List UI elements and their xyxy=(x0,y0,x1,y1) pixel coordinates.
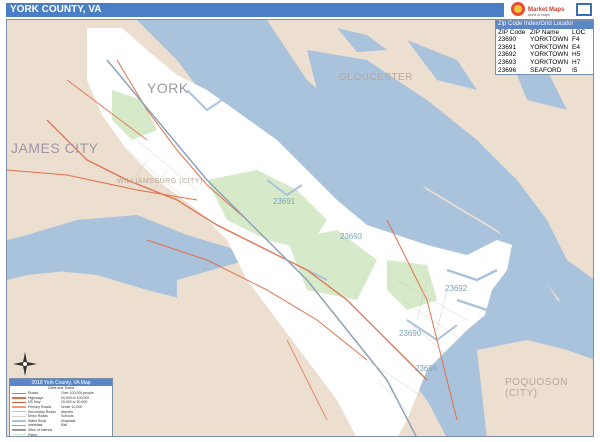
table-row: 23692 YORKTOWN H5 xyxy=(496,51,593,59)
legend-swatch xyxy=(12,406,26,408)
legend-item: Rail xyxy=(61,423,110,428)
legend-item-label: 25,000 to 50,000 xyxy=(61,400,88,405)
map-legend: 2018 York County, VA Map Cities and Town… xyxy=(9,378,113,437)
zip-table-header: ZIP Code ZIP Name LOC xyxy=(496,28,593,37)
zip-cell: YORKTOWN xyxy=(530,36,569,44)
zip-label: 23696 xyxy=(415,364,438,373)
place-label-york: YORK xyxy=(147,80,189,96)
legend-item-label: Airports xyxy=(61,409,74,414)
zip-header-code: ZIP Code xyxy=(498,28,526,36)
legend-item-label: Primary Roads xyxy=(28,405,52,410)
legend-item: Parks xyxy=(12,432,61,437)
legend-item-label: Rail xyxy=(61,423,68,428)
legend-swatch xyxy=(12,420,26,422)
legend-swatch xyxy=(12,392,26,395)
legend-swatch xyxy=(12,397,26,399)
zip-cell: SEAFORD xyxy=(530,66,562,74)
legend-item-label: Minor Roads xyxy=(28,414,48,419)
zip-label: 23693 xyxy=(340,232,363,241)
map-drawing xyxy=(7,20,593,436)
zip-cell: I5 xyxy=(572,66,578,74)
compass-rose-icon xyxy=(13,352,37,376)
legend-swatch xyxy=(12,415,26,418)
legend-item-label: Hospitals xyxy=(61,418,76,423)
legend-item-label: Roads xyxy=(28,391,39,396)
zip-cell: E4 xyxy=(572,43,580,51)
legend-item-label: US Hwy xyxy=(28,400,41,405)
zip-label: 23692 xyxy=(445,284,468,293)
zip-cell: 23693 xyxy=(498,58,517,66)
table-row: 23691 YORKTOWN E4 xyxy=(496,43,593,52)
zip-cell: 23690 xyxy=(498,36,517,44)
place-label-james-city: JAMES CITY xyxy=(11,140,99,156)
legend-item-label: Secondary Roads xyxy=(28,409,56,414)
legend-item-label: Under 10,000 xyxy=(61,405,83,410)
legend-swatch xyxy=(12,433,26,436)
brand-sub: world of maps xyxy=(528,13,550,17)
legend-swatch xyxy=(12,424,26,427)
map-title: YORK COUNTY, VA xyxy=(10,4,102,15)
legend-swatch xyxy=(12,410,26,413)
zip-cell: H7 xyxy=(572,58,581,66)
legend-left-column: Roads Highways US Hwy Primary Roads Secondar… xyxy=(12,391,61,437)
zip-label: 23690 xyxy=(399,329,422,338)
table-row: 23690 YORKTOWN F4 xyxy=(496,36,593,44)
zip-header-loc: LOC xyxy=(572,28,586,36)
legend-item-label: Interstate xyxy=(28,423,43,428)
legend-item-label: Sites of Interest xyxy=(28,428,53,433)
legend-item-label: 50,000 to 100,000 xyxy=(61,395,90,400)
zip-cell: YORKTOWN xyxy=(530,51,569,59)
place-label-poquoson: POQUOSON (CITY) xyxy=(505,377,568,399)
legend-title: 2018 York County, VA Map xyxy=(10,379,112,386)
legend-item-label: Highways xyxy=(28,395,44,400)
map-canvas[interactable]: YORK GLOUCESTER JAMES CITY WILLIAMSBURG … xyxy=(6,19,594,437)
zip-code-table: Zip Code Index/Grid Locator ZIP Code ZIP… xyxy=(495,20,593,76)
legend-right-column: Over 100,000 people 50,000 to 100,000 25,0… xyxy=(61,391,110,436)
legend-item-label: Parks xyxy=(28,432,37,437)
zip-cell: YORKTOWN xyxy=(530,58,569,66)
place-label-gloucester: GLOUCESTER xyxy=(339,72,413,83)
zip-table-caption: Zip Code Index/Grid Locator xyxy=(496,21,593,29)
table-row: 23696 SEAFORD I5 xyxy=(496,66,593,75)
brand-logo: Market Maps world of maps xyxy=(508,1,594,18)
legend-swatch xyxy=(12,401,26,404)
zip-header-name: ZIP Name xyxy=(530,28,560,36)
zip-cell: 23696 xyxy=(498,66,517,74)
zip-cell: 23692 xyxy=(498,51,517,59)
table-row: 23693 YORKTOWN H7 xyxy=(496,58,593,67)
zip-cell: H5 xyxy=(572,51,581,59)
legend-item-label: Schools xyxy=(61,414,74,419)
legend-item-label: Water Body xyxy=(28,418,47,423)
place-label-williamsburg: WILLIAMSBURG (CITY) xyxy=(117,178,203,185)
legend-swatch xyxy=(12,429,26,431)
zip-cell: F4 xyxy=(572,36,580,44)
map-title-bar: YORK COUNTY, VA xyxy=(6,3,504,17)
zip-label: 23691 xyxy=(273,197,296,206)
zip-cell: 23691 xyxy=(498,43,517,51)
zip-cell: YORKTOWN xyxy=(530,43,569,51)
legend-item-label: Over 100,000 people xyxy=(61,391,94,396)
